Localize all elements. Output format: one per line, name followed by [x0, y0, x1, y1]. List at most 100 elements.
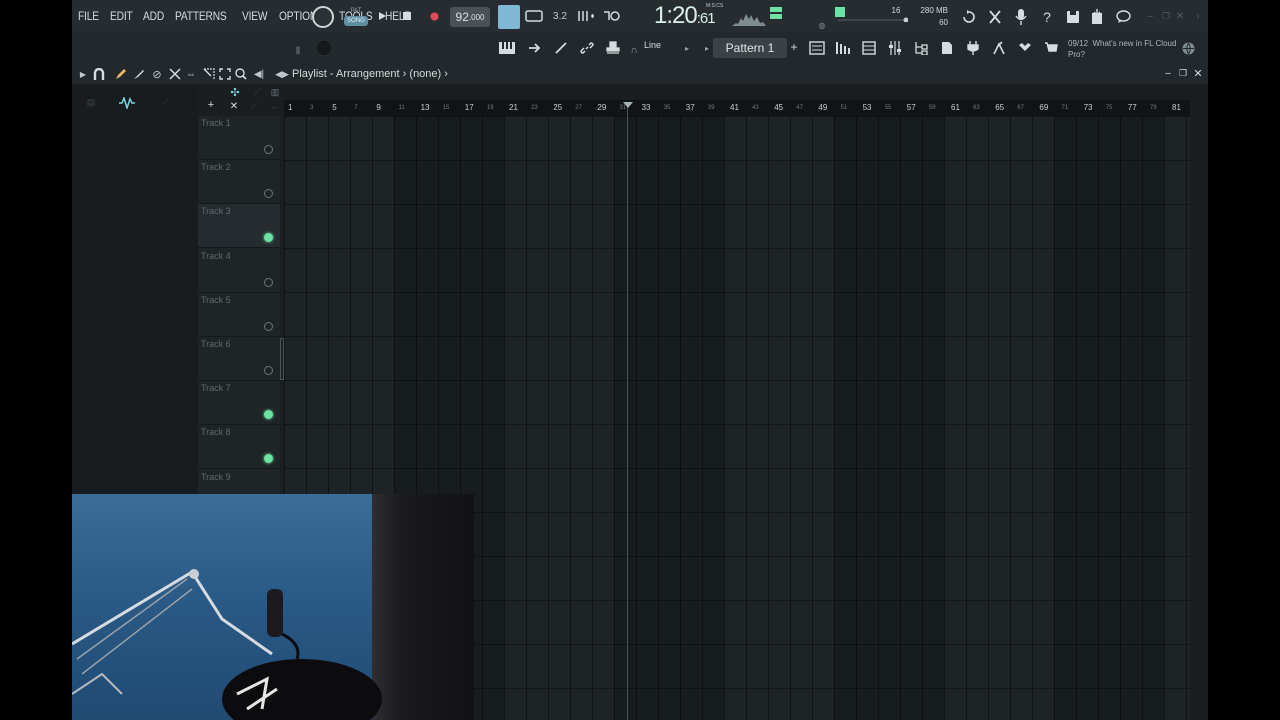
- track-name[interactable]: Track 3: [201, 206, 231, 216]
- track-name[interactable]: Track 7: [201, 383, 231, 393]
- wait-input-icon[interactable]: [524, 8, 544, 24]
- undo-history-icon[interactable]: [960, 8, 978, 26]
- pat-song-toggle[interactable]: PAT SONG: [344, 6, 368, 28]
- plugin-icon[interactable]: [964, 40, 982, 56]
- menu-add[interactable]: ADD: [143, 9, 164, 23]
- close-icon[interactable]: ✕: [1174, 10, 1186, 22]
- playlist-window-icon[interactable]: [808, 40, 826, 56]
- mixer-icon[interactable]: [860, 40, 878, 56]
- menu-file[interactable]: FILE: [78, 9, 99, 23]
- pattern-prev-icon[interactable]: ▸: [702, 42, 712, 54]
- add-track-icon[interactable]: +: [206, 99, 216, 111]
- save-icon[interactable]: [1064, 8, 1082, 26]
- picker-audio-icon[interactable]: [118, 96, 136, 110]
- menu-patterns[interactable]: PATTERNS: [175, 9, 227, 23]
- track-name[interactable]: Track 8: [201, 427, 231, 437]
- track-row[interactable]: Track 4: [198, 249, 280, 293]
- playlist-selection[interactable]: (none): [409, 68, 441, 80]
- tempo-display[interactable]: 92.000: [450, 7, 490, 27]
- track-mute-led-icon[interactable]: [264, 321, 273, 331]
- track-name[interactable]: Track 4: [201, 251, 231, 261]
- playlist-nav-icon[interactable]: ◀▶: [275, 67, 289, 81]
- microphone-icon[interactable]: [1012, 8, 1030, 26]
- browser-tree-icon[interactable]: [912, 40, 930, 56]
- timeline-ruler[interactable]: 1 3 5 7 9 11 13 15 17 19 21 23 25 27 29 31 33 35 37 39 41 43 4…: [284, 100, 1190, 116]
- track-mute-led-icon[interactable]: [264, 366, 273, 375]
- pitch-knob-icon[interactable]: ◍: [817, 20, 827, 30]
- vertical-scrollbar[interactable]: [280, 338, 284, 380]
- playhead[interactable]: [627, 106, 628, 720]
- slip-tool-icon[interactable]: ⇔: [184, 67, 198, 81]
- shop-cart-icon[interactable]: [1042, 40, 1060, 56]
- stamp-icon[interactable]: [604, 40, 622, 56]
- select-tool-icon[interactable]: [202, 67, 216, 81]
- fullscreen-icon[interactable]: [218, 67, 232, 81]
- track-row[interactable]: Track 8: [198, 425, 280, 470]
- track-name[interactable]: Track 6: [201, 339, 231, 349]
- mute-tool-icon[interactable]: ⊘: [150, 67, 164, 81]
- metronome-button[interactable]: [498, 5, 520, 29]
- stop-icon[interactable]: [399, 8, 415, 24]
- pencil-tool-icon[interactable]: [114, 67, 128, 81]
- playhead-marker[interactable]: [623, 102, 633, 108]
- piano-roll-icon[interactable]: [498, 40, 516, 56]
- playlist-menu-arrow-icon[interactable]: ▶: [78, 68, 88, 80]
- track-row[interactable]: Track 2: [198, 160, 280, 205]
- playlist-maximize-icon[interactable]: ❐: [1177, 67, 1189, 79]
- link-icon[interactable]: [578, 40, 596, 56]
- track-row[interactable]: Track 5: [198, 293, 280, 337]
- master-volume-knob[interactable]: [312, 6, 334, 28]
- record-icon[interactable]: [426, 8, 442, 24]
- chat-icon[interactable]: [1114, 8, 1132, 26]
- help-icon[interactable]: ?: [1038, 8, 1056, 26]
- zoom-tool-icon[interactable]: [234, 67, 248, 81]
- brush-dim-icon[interactable]: ⟋: [250, 86, 264, 98]
- channel-rack-icon[interactable]: [834, 40, 852, 56]
- track-name[interactable]: Track 9: [201, 472, 231, 482]
- paint-brush-icon[interactable]: [132, 67, 146, 81]
- globe-icon[interactable]: [1180, 40, 1196, 56]
- track-name[interactable]: Track 2: [201, 162, 231, 172]
- magnet-icon[interactable]: ∩: [628, 44, 640, 56]
- track-name[interactable]: Track 5: [201, 295, 231, 305]
- track-tool-icon[interactable]: ⟋: [248, 100, 260, 112]
- chevron-right-icon[interactable]: ›: [1192, 10, 1204, 22]
- playback-tool-icon[interactable]: ◀|: [252, 67, 266, 81]
- picker-automation-icon[interactable]: ⟋: [158, 96, 172, 108]
- playlist-close-icon[interactable]: ✕: [1192, 67, 1204, 80]
- track-mute-led-icon[interactable]: [264, 145, 273, 154]
- tag-icon[interactable]: [1016, 40, 1034, 56]
- track-mute-led-icon[interactable]: [264, 233, 273, 243]
- play-icon[interactable]: [374, 8, 390, 24]
- track-row[interactable]: Track 6: [198, 337, 280, 381]
- draw-tool-icon[interactable]: [552, 40, 570, 56]
- menu-view[interactable]: VIEW: [242, 9, 268, 23]
- news-panel[interactable]: 09/12 What's new in FL Cloud Pro?: [1068, 38, 1178, 60]
- wave-target-icon[interactable]: ✣: [228, 86, 242, 99]
- track-row[interactable]: Track 3: [198, 204, 280, 249]
- pattern-selector[interactable]: Pattern 1: [713, 38, 787, 58]
- plugin-picker-icon[interactable]: [986, 8, 1004, 26]
- snap-selector[interactable]: Line: [644, 40, 661, 50]
- snap-dropdown-icon[interactable]: ▸: [682, 42, 692, 54]
- track-mute-led-icon[interactable]: [264, 454, 273, 464]
- track-row[interactable]: Track 7: [198, 381, 280, 426]
- step-edit-icon[interactable]: [576, 8, 596, 24]
- selection-dropdown-icon[interactable]: ›: [444, 68, 448, 80]
- minimize-icon[interactable]: –: [1144, 10, 1156, 22]
- track-name[interactable]: Track 1: [201, 118, 231, 128]
- render-icon[interactable]: [1088, 8, 1106, 26]
- faders-icon[interactable]: [886, 40, 904, 56]
- restore-icon[interactable]: ❐: [1160, 10, 1172, 22]
- loop-record-icon[interactable]: [602, 8, 622, 24]
- menu-edit[interactable]: EDIT: [110, 9, 133, 23]
- magnet-snap-icon[interactable]: [92, 67, 106, 81]
- track-row[interactable]: Track 1: [198, 116, 280, 160]
- track-mute-led-icon[interactable]: [264, 410, 273, 420]
- picker-piano-icon[interactable]: ▤: [84, 96, 98, 108]
- track-arrows-icon[interactable]: ↔: [268, 100, 280, 112]
- countdown-icon[interactable]: 3.2: [550, 9, 570, 23]
- add-pattern-icon[interactable]: +: [788, 40, 800, 54]
- arrow-right-icon[interactable]: [526, 40, 544, 56]
- keyboard-icon[interactable]: ▥: [268, 86, 282, 98]
